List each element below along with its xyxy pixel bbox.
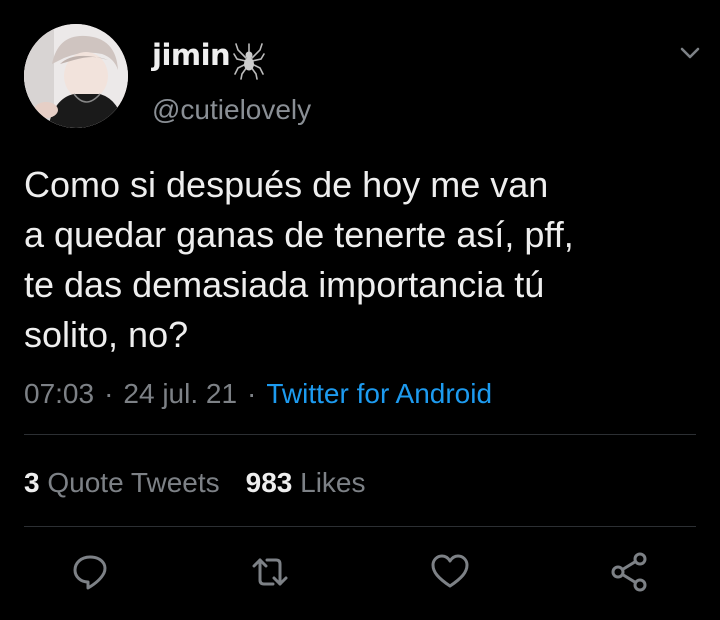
display-name[interactable]: jimin [152, 38, 231, 72]
retweet-icon[interactable] [246, 548, 294, 596]
tweet-text: Como si después de hoy me van a quedar g… [24, 164, 574, 355]
avatar[interactable] [24, 24, 128, 128]
quote-tweets-stat[interactable]: 3 Quote Tweets [24, 467, 220, 498]
tweet-time: 07:03 [24, 378, 95, 409]
like-label: Likes [300, 467, 366, 498]
share-icon[interactable] [606, 548, 654, 596]
tweet-meta: 07:03 · 24 jul. 21 · Twitter for Android [24, 378, 492, 410]
divider [24, 526, 696, 527]
quote-label: Quote Tweets [47, 467, 220, 498]
divider [24, 434, 696, 435]
action-bar [0, 548, 720, 596]
likes-stat[interactable]: 983 Likes [246, 467, 366, 498]
tweet-source-link[interactable]: Twitter for Android [266, 378, 492, 409]
user-handle[interactable]: @cutielovely [152, 94, 311, 126]
spider-icon [233, 43, 265, 80]
like-count: 983 [245, 467, 293, 498]
separator-dot: · [247, 378, 257, 409]
quote-count: 3 [24, 467, 40, 498]
tweet-date: 24 jul. 21 [123, 378, 238, 409]
separator-dot: · [104, 378, 114, 409]
reply-icon[interactable] [66, 548, 114, 596]
like-icon[interactable] [426, 548, 474, 596]
chevron-down-icon[interactable] [676, 42, 704, 64]
tweet-stats: 3 Quote Tweets 983 Likes [24, 467, 366, 499]
